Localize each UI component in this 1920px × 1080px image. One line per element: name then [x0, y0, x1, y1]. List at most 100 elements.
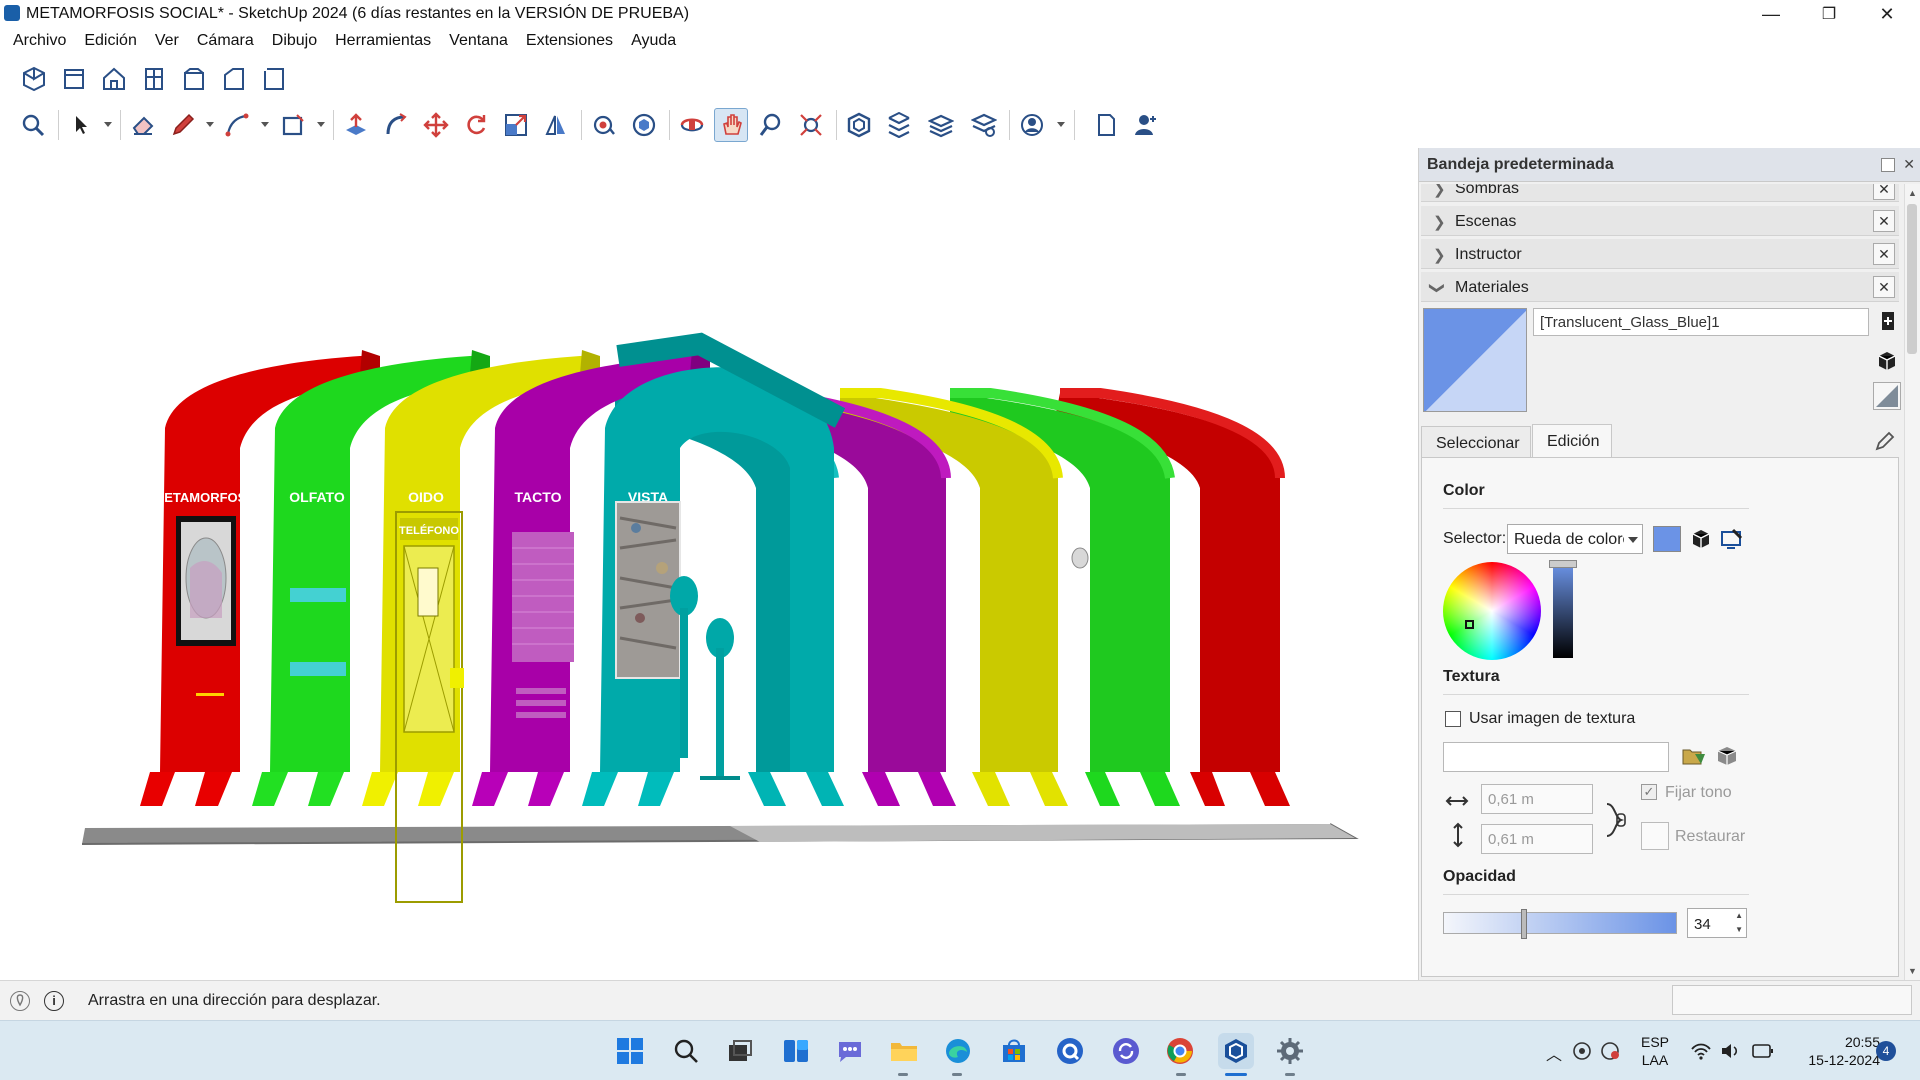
wifi-icon[interactable]	[1690, 1041, 1712, 1061]
panel-materiales[interactable]: ❯ Materiales ✕	[1421, 272, 1899, 302]
zoom-extents-icon[interactable]	[794, 108, 828, 142]
texture-width-field[interactable]	[1481, 784, 1593, 814]
paint-bucket-icon[interactable]	[587, 108, 621, 142]
brightness-slider[interactable]	[1549, 560, 1577, 658]
components-icon[interactable]	[627, 108, 661, 142]
file-explorer-icon[interactable]	[886, 1033, 922, 1069]
create-material-icon[interactable]	[1879, 308, 1897, 334]
match-model-color-icon[interactable]	[1689, 526, 1713, 552]
use-texture-checkbox[interactable]	[1445, 711, 1461, 727]
spin-up-icon[interactable]: ▲	[1735, 911, 1743, 920]
teams-chat-icon[interactable]	[832, 1033, 868, 1069]
section-plane-icon[interactable]	[842, 108, 876, 142]
app-q-icon[interactable]	[1052, 1033, 1088, 1069]
material-toggle-icon[interactable]	[1873, 382, 1901, 410]
minimize-button[interactable]: —	[1742, 0, 1800, 28]
notification-badge[interactable]: 4	[1876, 1041, 1896, 1061]
select-icon[interactable]	[64, 108, 98, 142]
menu-ayuda[interactable]: Ayuda	[622, 32, 685, 50]
eyedropper-icon[interactable]	[1874, 430, 1896, 452]
zoom-window-icon[interactable]	[16, 108, 50, 142]
app-sync-icon[interactable]	[1108, 1033, 1144, 1069]
texture-cube-icon[interactable]	[1715, 744, 1739, 768]
restore-button[interactable]: ❐	[1800, 0, 1858, 28]
chevron-up-icon[interactable]: ︿	[1546, 1041, 1562, 1065]
link-aspect-icon[interactable]	[1603, 800, 1629, 840]
volume-icon[interactable]	[1720, 1041, 1742, 1061]
color-wheel-marker[interactable]	[1465, 620, 1474, 629]
network-drive-icon[interactable]	[1572, 1041, 1592, 1061]
right-view-icon[interactable]	[137, 62, 171, 96]
match-screen-color-icon[interactable]	[1719, 526, 1745, 552]
selector-dropdown[interactable]: Rueda de colores	[1507, 524, 1643, 554]
material-swatch[interactable]	[1423, 308, 1527, 412]
user-icon[interactable]	[1015, 108, 1049, 142]
menu-ver[interactable]: Ver	[146, 32, 188, 50]
top-view-icon[interactable]	[57, 62, 91, 96]
texture-path-field[interactable]	[1443, 742, 1669, 772]
pin-icon[interactable]	[1881, 158, 1895, 172]
settings-gear-icon[interactable]	[1272, 1033, 1308, 1069]
rectangle-icon[interactable]	[276, 108, 310, 142]
widgets-icon[interactable]	[778, 1033, 814, 1069]
clock[interactable]: 20:55 15-12-2024	[1788, 1033, 1884, 1069]
panel-instructor[interactable]: ❯ Instructor ✕	[1421, 239, 1899, 269]
chrome-icon[interactable]	[1162, 1033, 1198, 1069]
push-pull-icon[interactable]	[339, 108, 373, 142]
search-icon[interactable]	[668, 1033, 704, 1069]
sample-paint-icon[interactable]	[1875, 348, 1899, 372]
arc-caret-icon[interactable]	[261, 122, 269, 127]
rotate-icon[interactable]	[459, 108, 493, 142]
new-file-icon[interactable]	[1089, 108, 1123, 142]
front-view-icon[interactable]	[97, 62, 131, 96]
pencil-caret-icon[interactable]	[206, 122, 214, 127]
model-viewport[interactable]: METAMORFOSIS OLFATO OIDO TELÉFONO TACTO	[0, 148, 1414, 980]
account-icon[interactable]	[1129, 108, 1163, 142]
scrollbar-thumb[interactable]	[1907, 204, 1917, 354]
menu-herramientas[interactable]: Herramientas	[326, 32, 440, 50]
arc-icon[interactable]	[220, 108, 254, 142]
opacity-spinner[interactable]: 34 ▲ ▼	[1687, 908, 1747, 938]
tab-seleccionar[interactable]: Seleccionar	[1421, 426, 1531, 458]
bottom-view-icon[interactable]	[257, 62, 291, 96]
restore-button[interactable]	[1641, 822, 1669, 850]
menu-edicion[interactable]: Edición	[75, 32, 145, 50]
layers-icon[interactable]	[924, 108, 958, 142]
close-button[interactable]: ✕	[1858, 0, 1916, 28]
spin-down-icon[interactable]: ▼	[1735, 925, 1743, 934]
select-caret-icon[interactable]	[104, 122, 112, 127]
color-wheel[interactable]	[1443, 562, 1541, 660]
material-name-field[interactable]	[1533, 308, 1869, 336]
pencil-icon[interactable]	[166, 108, 200, 142]
tab-edicion[interactable]: Edición	[1532, 424, 1612, 458]
edge-browser-icon[interactable]	[940, 1033, 976, 1069]
info-icon[interactable]: i	[44, 991, 64, 1011]
task-view-icon[interactable]	[722, 1033, 758, 1069]
zoom-icon[interactable]	[754, 108, 788, 142]
brightness-slider-handle[interactable]	[1549, 560, 1577, 568]
windows-start-icon[interactable]	[612, 1033, 648, 1069]
scale-icon[interactable]	[499, 108, 533, 142]
tray-scrollbar[interactable]: ▲ ▼	[1904, 184, 1920, 980]
tray-close-button[interactable]: ✕	[1903, 156, 1915, 173]
panel-sombras[interactable]: ❯ Sombras ✕	[1421, 184, 1899, 202]
orbit-icon[interactable]	[675, 108, 709, 142]
pan-icon[interactable]	[714, 108, 748, 142]
opacity-slider[interactable]	[1443, 909, 1677, 939]
user-caret-icon[interactable]	[1057, 122, 1065, 127]
close-panel-icon[interactable]: ✕	[1873, 243, 1895, 265]
language-indicator[interactable]: ESP LAA	[1638, 1033, 1672, 1069]
browse-folder-icon[interactable]	[1681, 744, 1707, 768]
menu-camara[interactable]: Cámara	[188, 32, 263, 50]
menu-ventana[interactable]: Ventana	[440, 32, 517, 50]
menu-archivo[interactable]: Archivo	[4, 32, 75, 50]
iso-view-icon[interactable]	[17, 62, 51, 96]
battery-icon[interactable]	[1752, 1043, 1774, 1059]
geolocation-icon[interactable]	[10, 991, 30, 1011]
close-panel-icon[interactable]: ✕	[1873, 210, 1895, 232]
back-view-icon[interactable]	[177, 62, 211, 96]
styles-icon[interactable]	[967, 108, 1001, 142]
color-preview-swatch[interactable]	[1653, 526, 1681, 552]
texture-height-field[interactable]	[1481, 824, 1593, 854]
close-panel-icon[interactable]: ✕	[1873, 276, 1895, 298]
